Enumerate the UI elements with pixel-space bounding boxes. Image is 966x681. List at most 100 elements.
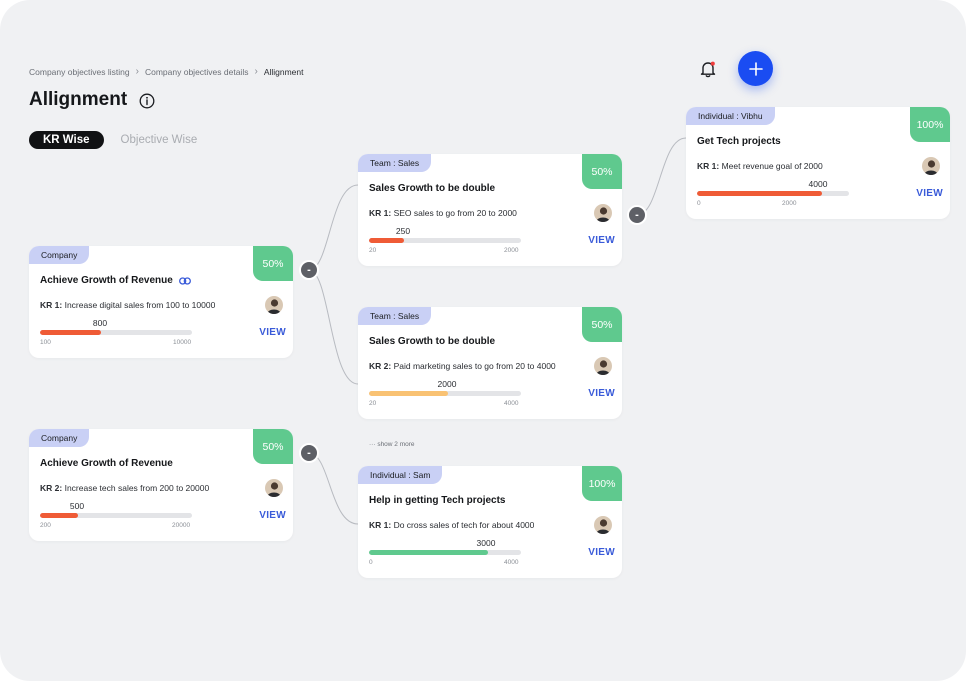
plus-icon bbox=[748, 61, 763, 76]
show-more-text: show 2 more bbox=[377, 441, 415, 448]
kr-label: KR 1: bbox=[697, 161, 720, 171]
min-value: 20 bbox=[369, 247, 377, 254]
progress-bar bbox=[369, 550, 521, 555]
kr-label: KR 1: bbox=[369, 208, 392, 218]
kr-label: KR 1: bbox=[369, 520, 392, 530]
kr-description: Meet revenue goal of 2000 bbox=[721, 161, 823, 171]
tab-kr-wise[interactable]: KR Wise bbox=[29, 131, 104, 149]
current-value: 500 bbox=[69, 501, 85, 511]
objective-title-text: Sales Growth to be double bbox=[369, 336, 496, 347]
objective-card-team-2[interactable]: Team : Sales 50% Sales Growth to be doub… bbox=[358, 307, 622, 419]
breadcrumb-item-listing[interactable]: Company objectives listing bbox=[29, 67, 130, 77]
chevron-right-icon: › bbox=[254, 66, 258, 77]
objective-card-team-1[interactable]: Team : Sales 50% Sales Growth to be doub… bbox=[358, 154, 622, 266]
avatar[interactable] bbox=[265, 479, 283, 497]
show-more-link[interactable]: ··· show 2 more bbox=[369, 441, 415, 448]
key-result-text: KR 2: Paid marketing sales to go from 20… bbox=[369, 361, 556, 371]
owner-tag: Individual : Vibhu bbox=[686, 107, 775, 125]
avatar[interactable] bbox=[265, 296, 283, 314]
minus-icon: - bbox=[307, 263, 311, 276]
objective-card-company-1[interactable]: Company 50% Achieve Growth of Revenue KR… bbox=[29, 246, 293, 358]
avatar[interactable] bbox=[922, 157, 940, 175]
current-value: 250 bbox=[395, 226, 411, 236]
max-value: 4000 bbox=[504, 559, 519, 566]
key-result-text: KR 1: Do cross sales of tech for about 4… bbox=[369, 520, 534, 530]
min-value: 200 bbox=[40, 522, 51, 529]
progress-bar-fill bbox=[40, 330, 101, 335]
tab-objective-wise[interactable]: Objective Wise bbox=[121, 134, 198, 146]
objective-title-text: Get Tech projects bbox=[697, 136, 781, 147]
minus-icon: - bbox=[635, 208, 639, 221]
kr-label: KR 2: bbox=[369, 361, 392, 371]
collapse-button[interactable]: - bbox=[299, 260, 319, 280]
owner-tag: Company bbox=[29, 429, 90, 447]
breadcrumb-item-details[interactable]: Company objectives details bbox=[145, 67, 248, 77]
kr-description: Do cross sales of tech for about 4000 bbox=[393, 520, 535, 530]
owner-tag: Team : Sales bbox=[358, 154, 432, 172]
max-value: 10000 bbox=[173, 339, 192, 346]
kr-description: SEO sales to go from 20 to 2000 bbox=[393, 208, 517, 218]
objective-title: Sales Growth to be double bbox=[369, 336, 495, 347]
objective-card-company-2[interactable]: Company 50% Achieve Growth of Revenue KR… bbox=[29, 429, 293, 541]
min-value: 0 bbox=[369, 559, 373, 566]
info-icon[interactable] bbox=[139, 93, 155, 109]
key-result-text: KR 1: SEO sales to go from 20 to 2000 bbox=[369, 208, 517, 218]
page-title: Allignment bbox=[29, 89, 128, 110]
progress-bar-fill bbox=[40, 513, 78, 518]
add-button[interactable] bbox=[738, 51, 773, 86]
min-value: 20 bbox=[369, 400, 377, 407]
objective-title: Sales Growth to be double bbox=[369, 183, 495, 194]
bell-icon[interactable] bbox=[698, 59, 718, 79]
objective-card-individual-sam[interactable]: Individual : Sam 100% Help in getting Te… bbox=[358, 466, 622, 578]
avatar[interactable] bbox=[594, 357, 612, 375]
view-button[interactable]: VIEW bbox=[588, 547, 615, 558]
key-result-text: KR 1: Increase digital sales from 100 to… bbox=[40, 300, 215, 310]
link-icon[interactable] bbox=[178, 276, 191, 285]
objective-title-text: Help in getting Tech projects bbox=[369, 495, 506, 506]
app-canvas: Company objectives listing › Company obj… bbox=[0, 0, 966, 681]
min-value: 0 bbox=[697, 200, 701, 207]
progress-bar bbox=[697, 191, 849, 196]
owner-tag: Individual : Sam bbox=[358, 466, 443, 484]
view-button[interactable]: VIEW bbox=[259, 327, 286, 338]
kr-description: Increase digital sales from 100 to 10000 bbox=[64, 300, 216, 310]
objective-card-individual-vibhu[interactable]: Individual : Vibhu 100% Get Tech project… bbox=[686, 107, 950, 219]
collapse-button[interactable]: - bbox=[627, 205, 647, 225]
objective-title: Help in getting Tech projects bbox=[369, 495, 506, 506]
view-button[interactable]: VIEW bbox=[588, 388, 615, 399]
objective-title-text: Achieve Growth of Revenue bbox=[40, 275, 173, 286]
breadcrumb: Company objectives listing › Company obj… bbox=[29, 66, 304, 77]
current-value: 4000 bbox=[808, 179, 828, 189]
progress-percent-badge: 50% bbox=[582, 307, 622, 342]
progress-percent-badge: 50% bbox=[253, 246, 293, 281]
owner-tag: Team : Sales bbox=[358, 307, 432, 325]
max-value: 2000 bbox=[782, 200, 797, 207]
kr-label: KR 2: bbox=[40, 483, 63, 493]
progress-bar bbox=[40, 513, 192, 518]
kr-description: Increase tech sales from 200 to 20000 bbox=[64, 483, 210, 493]
key-result-text: KR 1: Meet revenue goal of 2000 bbox=[697, 161, 823, 171]
collapse-button[interactable]: - bbox=[299, 443, 319, 463]
objective-title: Get Tech projects bbox=[697, 136, 781, 147]
progress-percent-badge: 50% bbox=[253, 429, 293, 464]
kr-label: KR 1: bbox=[40, 300, 63, 310]
view-button[interactable]: VIEW bbox=[588, 235, 615, 246]
view-button[interactable]: VIEW bbox=[259, 510, 286, 521]
kr-description: Paid marketing sales to go from 20 to 40… bbox=[393, 361, 556, 371]
current-value: 800 bbox=[92, 318, 108, 328]
progress-bar-fill bbox=[697, 191, 822, 196]
current-value: 3000 bbox=[476, 538, 496, 548]
max-value: 2000 bbox=[504, 247, 519, 254]
avatar[interactable] bbox=[594, 516, 612, 534]
max-value: 20000 bbox=[172, 522, 191, 529]
chevron-right-icon: › bbox=[135, 66, 139, 77]
avatar[interactable] bbox=[594, 204, 612, 222]
progress-bar-fill bbox=[369, 391, 449, 396]
minus-icon: - bbox=[307, 446, 311, 459]
key-result-text: KR 2: Increase tech sales from 200 to 20… bbox=[40, 483, 209, 493]
max-value: 4000 bbox=[504, 400, 519, 407]
owner-tag: Company bbox=[29, 246, 90, 264]
objective-title-text: Sales Growth to be double bbox=[369, 183, 496, 194]
breadcrumb-item-current: Allignment bbox=[263, 66, 304, 77]
view-button[interactable]: VIEW bbox=[916, 188, 943, 199]
